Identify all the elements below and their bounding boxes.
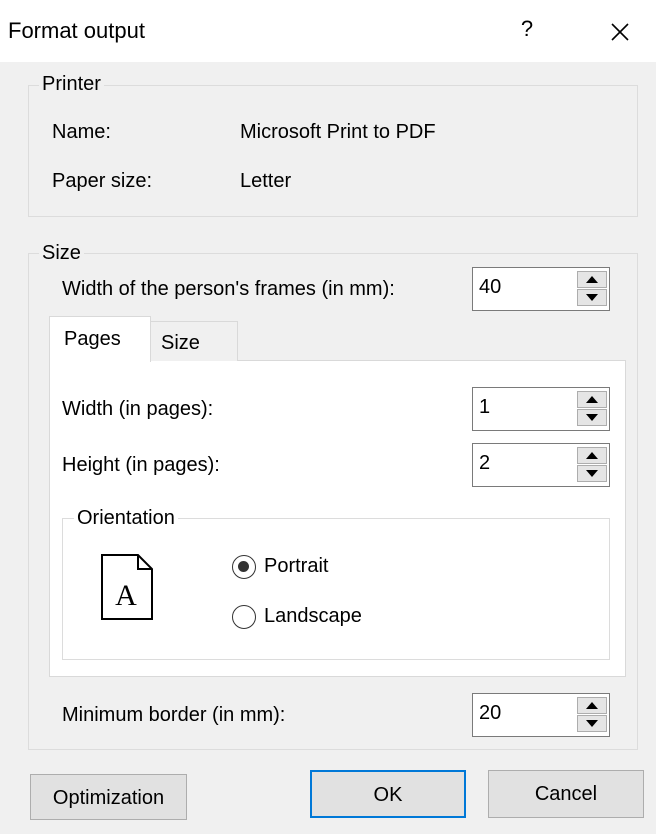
frame-width-down-button[interactable]	[577, 289, 607, 306]
height-pages-up-button[interactable]	[577, 447, 607, 464]
tab-size-label: Size	[161, 332, 200, 354]
landscape-label[interactable]: Landscape	[264, 605, 362, 628]
cancel-button[interactable]: Cancel	[488, 770, 644, 818]
height-pages-spinner[interactable]: 2	[472, 443, 610, 487]
close-icon	[611, 23, 629, 41]
close-button[interactable]	[600, 12, 640, 52]
portrait-label[interactable]: Portrait	[264, 555, 328, 578]
printer-name-value: Microsoft Print to PDF	[240, 121, 436, 143]
ok-button[interactable]: OK	[310, 770, 466, 818]
tab-pages[interactable]: Pages	[49, 316, 151, 362]
radio-selected-dot	[238, 561, 249, 572]
frame-width-value: 40	[479, 276, 502, 298]
paper-size-label: Paper size:	[52, 170, 153, 192]
window-title: Format output	[8, 18, 145, 43]
arrow-up-icon	[586, 396, 598, 403]
paper-size-value: Letter	[240, 170, 292, 192]
ok-button-label: OK	[373, 784, 403, 806]
height-pages-value: 2	[479, 452, 491, 474]
height-pages-down-button[interactable]	[577, 465, 607, 482]
min-border-down-button[interactable]	[577, 715, 607, 732]
tab-size[interactable]: Size	[150, 321, 238, 361]
arrow-down-icon	[586, 414, 598, 421]
landscape-radio[interactable]	[232, 605, 256, 629]
page-icon-letter: A	[115, 579, 137, 612]
arrow-up-icon	[586, 276, 598, 283]
frame-width-label: Width of the person's frames (in mm):	[62, 278, 395, 300]
arrow-down-icon	[586, 294, 598, 301]
printer-name-label: Name:	[52, 121, 111, 143]
width-pages-value: 1	[479, 396, 491, 418]
arrow-up-icon	[586, 452, 598, 459]
printer-group	[28, 85, 638, 217]
height-pages-label: Height (in pages):	[62, 454, 220, 476]
width-pages-label: Width (in pages):	[62, 398, 214, 420]
min-border-spinner[interactable]: 20	[472, 693, 610, 737]
width-pages-down-button[interactable]	[577, 409, 607, 426]
width-pages-up-button[interactable]	[577, 391, 607, 408]
printer-group-legend: Printer	[39, 73, 104, 96]
min-border-label: Minimum border (in mm):	[62, 704, 286, 726]
frame-width-up-button[interactable]	[577, 271, 607, 288]
min-border-up-button[interactable]	[577, 697, 607, 714]
frame-width-spinner[interactable]: 40	[472, 267, 610, 311]
portrait-radio[interactable]	[232, 555, 256, 579]
optimization-button[interactable]: Optimization	[30, 774, 187, 820]
orientation-legend: Orientation	[74, 507, 178, 530]
arrow-down-icon	[586, 720, 598, 727]
optimization-button-label: Optimization	[52, 787, 165, 809]
min-border-value: 20	[479, 702, 502, 724]
size-group-legend: Size	[39, 242, 84, 265]
tab-pages-label: Pages	[64, 328, 121, 350]
cancel-button-label: Cancel	[534, 783, 598, 805]
portrait-page-icon: A	[100, 553, 154, 621]
width-pages-spinner[interactable]: 1	[472, 387, 610, 431]
arrow-up-icon	[586, 702, 598, 709]
help-button[interactable]: ?	[516, 16, 538, 42]
arrow-down-icon	[586, 470, 598, 477]
